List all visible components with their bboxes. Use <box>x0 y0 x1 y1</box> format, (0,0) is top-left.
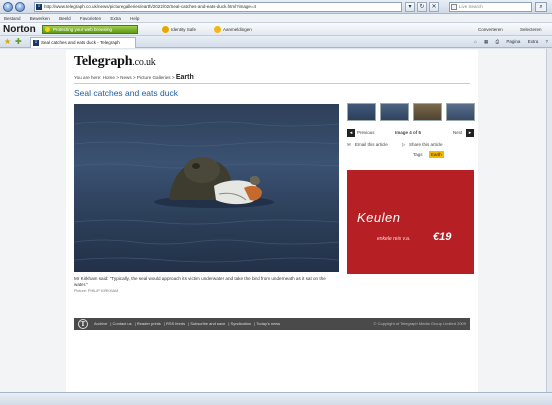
convert-button[interactable]: Converteren <box>478 25 503 34</box>
menu-bar: Bestand Bewerken Beeld Favorieten Extra … <box>0 14 552 23</box>
telegraph-page: Telegraph.co.uk You are here: Home > New… <box>66 50 478 392</box>
seal-duck-image <box>74 121 339 263</box>
address-bar[interactable]: T http://www.telegraph.co.uk/news/pictur… <box>34 2 402 12</box>
share-icon[interactable]: ▷ <box>402 141 405 148</box>
tags-label: Tags <box>413 152 423 157</box>
footer-link-archive[interactable]: Archive <box>94 321 107 326</box>
search-icon[interactable]: ⌕ <box>535 2 547 12</box>
browser-viewport: Telegraph.co.uk You are here: Home > New… <box>0 49 546 392</box>
identity-safe-button[interactable]: Identity Safe <box>162 25 196 34</box>
print-icon[interactable]: ⎙ <box>496 39 500 44</box>
logo-tld: .co.uk <box>132 57 156 68</box>
previous-link[interactable]: Previous <box>357 129 375 137</box>
tab-favicon-icon: T <box>33 40 39 46</box>
email-link[interactable]: Email this article <box>355 141 388 148</box>
dropdown-icon[interactable]: ▾ <box>405 2 415 12</box>
add-favorite-icon[interactable]: ✚ <box>15 37 22 47</box>
footer-links: Archive | Contact us | Reader prints | RSS … <box>94 321 281 326</box>
select-label: Selecteren <box>520 27 542 32</box>
gallery-photo <box>74 104 339 272</box>
page-title: Seal catches and eats duck <box>74 88 178 98</box>
thumbnail[interactable] <box>380 103 409 121</box>
forward-arrow-icon[interactable]: › <box>15 2 25 12</box>
thumbnail[interactable] <box>413 103 442 121</box>
gallery-position: Image 4 of 6 <box>395 130 422 135</box>
address-toolbar: ‹ › T http://www.telegraph.co.uk/news/pi… <box>0 0 552 14</box>
norton-status-button[interactable]: Protecting your web browsing <box>42 25 138 34</box>
ad-price: €19 <box>433 231 452 243</box>
refresh-icon[interactable]: ↻ <box>417 2 427 12</box>
tab-bar: ★ ✚ T Seal catches and eats duck - Teleg… <box>0 36 552 48</box>
breadcrumb-path[interactable]: You are here: Home > News > Picture Gall… <box>74 75 175 80</box>
help-icon[interactable]: ? <box>545 39 548 44</box>
divider <box>74 83 470 84</box>
footer-link-prints[interactable]: Reader prints <box>137 321 161 326</box>
favorites-star-icon[interactable]: ★ <box>4 37 11 47</box>
photo-caption: Mr Kirkham said: "Typically, the seal wo… <box>74 276 326 287</box>
next-link[interactable]: Next <box>453 129 462 137</box>
gallery-nav: ◂ Previous Image 4 of 6 Next ▸ <box>347 129 475 137</box>
norton-status-label: Protecting your web browsing <box>53 27 113 32</box>
menu-file[interactable]: Bestand <box>4 16 21 21</box>
article-tools: ✉ Email this article ▷ Share this articl… <box>347 141 475 148</box>
footer-link-subscribe[interactable]: Subscribe and save <box>190 321 225 326</box>
tag-earth[interactable]: Earth <box>429 151 444 158</box>
thumbnail[interactable] <box>446 103 475 121</box>
menu-tools[interactable]: Extra <box>110 16 121 21</box>
page-menu[interactable]: Pagina <box>506 39 520 44</box>
status-bar <box>0 392 552 405</box>
breadcrumb-current: Earth <box>175 74 194 81</box>
identity-safe-label: Identity Safe <box>171 27 197 32</box>
convert-label: Converteren <box>478 27 503 32</box>
url-text: http://www.telegraph.co.uk/news/pictureg… <box>44 4 256 9</box>
photo-credit: Picture: PHILIP KIRKHAM <box>74 289 119 293</box>
login-icon <box>214 26 221 33</box>
next-arrow-icon[interactable]: ▸ <box>466 129 474 137</box>
command-bar: ⌂ ▦ ⎙ Pagina Extra ? <box>468 37 548 47</box>
check-icon <box>45 27 50 32</box>
previous-arrow-icon[interactable]: ◂ <box>347 129 355 137</box>
gallery-thumbnails <box>347 103 475 121</box>
back-arrow-icon[interactable]: ‹ <box>3 2 13 12</box>
breadcrumb: You are here: Home > News > Picture Gall… <box>74 74 194 81</box>
menu-favorites[interactable]: Favorieten <box>80 16 101 21</box>
telegraph-logo[interactable]: Telegraph.co.uk <box>74 54 156 71</box>
stop-icon[interactable]: ✕ <box>429 2 439 12</box>
norton-logo: Norton <box>3 24 36 35</box>
search-provider-icon <box>451 4 457 10</box>
email-icon[interactable]: ✉ <box>347 141 351 148</box>
footer-link-todays-news[interactable]: Today's news <box>256 321 280 326</box>
footer-link-rss[interactable]: RSS feeds <box>166 321 185 326</box>
search-placeholder: Live Search <box>459 4 483 9</box>
ad-city: Keulen <box>357 210 401 225</box>
norton-toolbar: Norton Protecting your web browsing Iden… <box>0 23 552 36</box>
footer-link-syndication[interactable]: Syndication <box>231 321 252 326</box>
tab-title: Seal catches and eats duck - Telegraph <box>41 40 120 45</box>
advertisement-banner[interactable]: Keulen enkele reis v.a. €19 <box>347 170 474 274</box>
menu-edit[interactable]: Bewerken <box>30 16 50 21</box>
page-footer: T Archive | Contact us | Reader prints | RS… <box>74 318 470 330</box>
home-icon[interactable]: ⌂ <box>474 39 477 44</box>
tools-menu[interactable]: Extra <box>528 39 539 44</box>
search-input[interactable]: Live Search <box>449 2 532 12</box>
browser-tab[interactable]: T Seal catches and eats duck - Telegraph <box>30 37 136 48</box>
vertical-scrollbar[interactable] <box>546 49 552 392</box>
select-button[interactable]: Selecteren <box>520 25 542 34</box>
footer-copyright: © Copyright of Telegraph Media Group Lim… <box>373 321 466 326</box>
thumbnail[interactable] <box>347 103 376 121</box>
site-favicon-icon: T <box>36 4 42 10</box>
footer-link-contact[interactable]: Contact us <box>113 321 132 326</box>
feeds-icon[interactable]: ▦ <box>484 39 488 44</box>
menu-help[interactable]: Help <box>130 16 139 21</box>
telegraph-t-icon: T <box>78 319 88 329</box>
login-label: Aanmeldingen <box>223 27 252 32</box>
ad-text: enkele reis v.a. <box>377 236 411 242</box>
logo-main: Telegraph <box>74 54 133 69</box>
tags-row: Tags Earth <box>347 151 475 158</box>
login-button[interactable]: Aanmeldingen <box>214 25 252 34</box>
identity-safe-icon <box>162 26 169 33</box>
share-link[interactable]: Share this article <box>409 141 443 148</box>
menu-view[interactable]: Beeld <box>59 16 71 21</box>
